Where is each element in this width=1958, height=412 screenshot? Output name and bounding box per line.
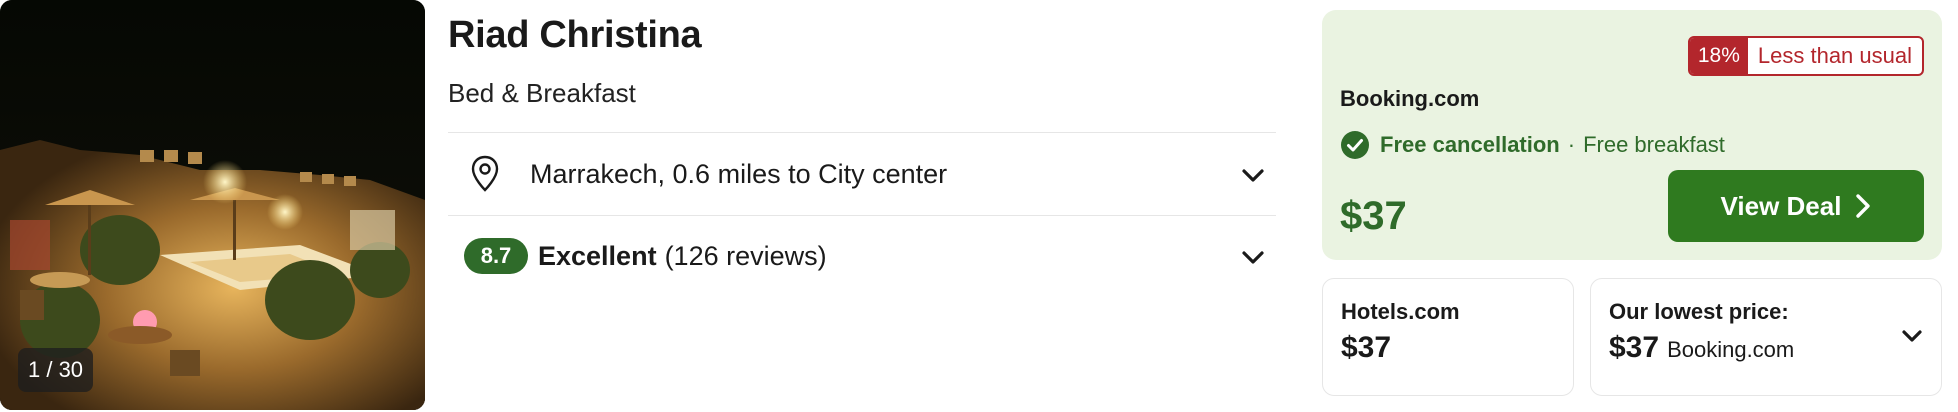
location-pin-icon xyxy=(468,154,502,194)
chevron-down-icon[interactable] xyxy=(1238,160,1268,190)
chevron-down-icon[interactable] xyxy=(1238,242,1268,272)
separator-dot: · xyxy=(1567,132,1576,157)
featured-deal-card[interactable]: 18% Less than usual Booking.com Free can… xyxy=(1322,10,1942,260)
hotel-photo[interactable]: 1 / 30 xyxy=(0,0,425,410)
location-row[interactable]: Marrakech, 0.6 miles to City center xyxy=(448,134,1276,214)
lowest-price-provider: Booking.com xyxy=(1667,337,1795,362)
view-deal-label: View Deal xyxy=(1720,190,1842,221)
free-breakfast: Free breakfast xyxy=(1583,132,1725,157)
lowest-price-value: $37 xyxy=(1609,331,1660,364)
offer-price: $37 xyxy=(1341,331,1392,364)
chevron-down-icon[interactable] xyxy=(1897,321,1927,351)
photo-counter: 1 / 30 xyxy=(18,348,94,392)
free-cancellation: Free cancellation xyxy=(1380,132,1560,157)
price-drop-badge: 18% Less than usual xyxy=(1687,36,1924,76)
lowest-price-card[interactable]: Our lowest price: $37 Booking.com xyxy=(1590,278,1942,396)
check-circle-icon xyxy=(1341,131,1369,159)
deal-provider: Booking.com xyxy=(1340,86,1480,111)
offer-provider: Hotels.com xyxy=(1341,299,1460,324)
hotel-name[interactable]: Riad Christina xyxy=(448,14,702,57)
lowest-price-row: $37 Booking.com xyxy=(1609,331,1794,365)
rating-row[interactable]: 8.7 Excellent (126 reviews) xyxy=(448,216,1276,296)
divider xyxy=(448,132,1276,133)
rating-score-badge: 8.7 xyxy=(464,238,528,274)
hotel-type: Bed & Breakfast xyxy=(448,78,636,108)
deal-amenities: Free cancellation · Free breakfast xyxy=(1340,130,1725,160)
hotel-info: Riad Christina Bed & Breakfast Marrakech… xyxy=(448,0,1276,410)
rating-label: Excellent xyxy=(538,240,657,271)
chevron-right-icon xyxy=(1856,194,1871,218)
review-count: (126 reviews) xyxy=(664,240,827,271)
location-text: Marrakech, 0.6 miles to City center xyxy=(530,158,948,189)
discount-percent: 18% xyxy=(1689,38,1748,74)
view-deal-button[interactable]: View Deal xyxy=(1668,170,1924,242)
discount-text: Less than usual xyxy=(1757,43,1912,68)
other-offer-card[interactable]: Hotels.com $37 xyxy=(1322,278,1574,396)
lowest-price-title: Our lowest price: xyxy=(1609,299,1789,324)
deal-price: $37 xyxy=(1340,194,1407,238)
